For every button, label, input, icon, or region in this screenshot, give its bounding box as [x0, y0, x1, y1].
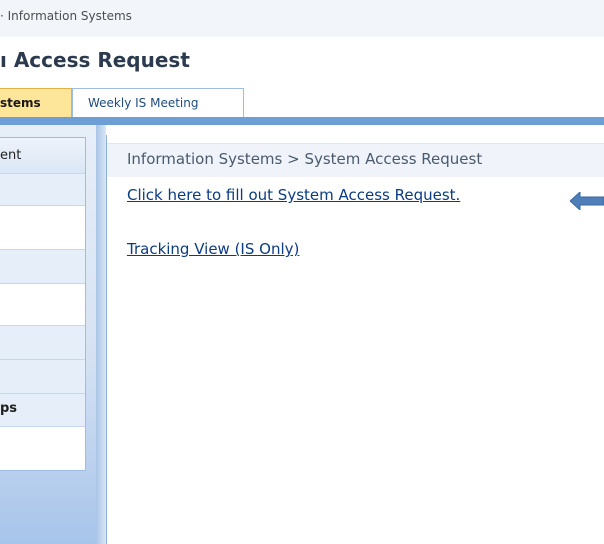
- tracking-view-link[interactable]: Tracking View (IS Only): [127, 240, 299, 258]
- tab-weekly-is-meeting[interactable]: Weekly IS Meeting: [72, 88, 244, 118]
- content-breadcrumb: Information Systems > System Access Requ…: [127, 150, 483, 168]
- quick-launch-sidebar: ent ps: [0, 125, 96, 544]
- sidebar-item[interactable]: [0, 326, 85, 360]
- main-content: Information Systems > System Access Requ…: [106, 135, 604, 544]
- tab-divider-bar: [0, 117, 604, 125]
- quick-launch-panel: ent ps: [0, 137, 86, 471]
- sidebar-group-header[interactable]: ps: [0, 394, 85, 427]
- site-breadcrumb-bar: · Information Systems: [0, 0, 604, 37]
- left-arrow-icon: [570, 192, 604, 210]
- sidebar-item[interactable]: [0, 427, 85, 470]
- sidebar-header-label: ent: [0, 148, 22, 163]
- page-title: ı Access Request: [0, 48, 190, 72]
- sidebar-header[interactable]: ent: [0, 138, 85, 174]
- site-breadcrumb[interactable]: · Information Systems: [0, 9, 132, 23]
- sidebar-group-label: ps: [0, 401, 18, 416]
- sidebar-item[interactable]: [0, 284, 85, 326]
- sidebar-item[interactable]: [0, 174, 85, 206]
- content-edge: [96, 125, 106, 544]
- system-access-request-link[interactable]: Click here to fill out System Access Req…: [127, 186, 460, 204]
- content-breadcrumb-bar: Information Systems > System Access Requ…: [107, 143, 604, 177]
- tab-information-systems[interactable]: stems: [0, 88, 72, 118]
- sidebar-item[interactable]: [0, 250, 85, 284]
- top-nav-tabs: stems Weekly IS Meeting: [0, 88, 604, 118]
- sidebar-item[interactable]: [0, 360, 85, 394]
- sidebar-item[interactable]: [0, 206, 85, 250]
